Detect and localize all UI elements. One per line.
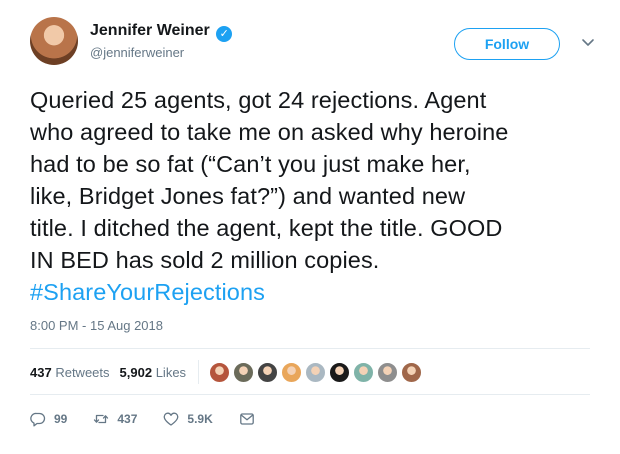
liker-avatar[interactable] [257, 361, 279, 383]
tweet-text-line: who agreed to take me on asked why heroi… [30, 119, 509, 145]
engagement-stats: 437 Retweets 5,902 Likes [30, 360, 425, 384]
liker-avatar[interactable] [353, 361, 375, 383]
direct-message-icon [239, 413, 254, 425]
retweets-stat[interactable]: 437 Retweets [30, 365, 110, 380]
like-button[interactable]: 5.9K [163, 411, 213, 427]
author-name-row[interactable]: Jennifer Weiner ✓ [90, 21, 233, 42]
tweet-text: Queried 25 agents, got 24 rejections. Ag… [30, 84, 590, 308]
liker-avatar[interactable] [377, 361, 399, 383]
author-display-name[interactable]: Jennifer Weiner [90, 22, 210, 39]
reply-icon [30, 412, 46, 427]
liker-avatar[interactable] [281, 361, 303, 383]
liker-avatar[interactable] [233, 361, 255, 383]
likes-count: 5,902 [119, 364, 153, 380]
chevron-down-icon[interactable] [578, 32, 598, 52]
retweet-button[interactable]: 437 [93, 411, 137, 427]
heart-icon [164, 412, 179, 426]
liker-avatar[interactable] [305, 361, 327, 383]
tweet-actions: 99 437 5.9K [30, 408, 281, 430]
tweet-header: Jennifer Weiner ✓ @jenniferweiner Follow [22, 12, 604, 72]
retweet-icon [94, 414, 109, 424]
author-handle[interactable]: @jenniferweiner [90, 44, 232, 62]
like-count: 5.9K [187, 412, 213, 426]
tweet-text-line: like, Bridget Jones fat?”) and wanted ne… [30, 183, 466, 209]
tweet-text-line: Queried 25 agents, got 24 rejections. Ag… [30, 87, 487, 113]
divider [30, 348, 590, 349]
liker-avatars [209, 361, 425, 383]
hashtag-link[interactable]: #ShareYourRejections [30, 276, 590, 308]
likes-stat[interactable]: 5,902 Likes [120, 365, 187, 380]
reply-count: 99 [54, 412, 68, 426]
follow-button[interactable]: Follow [454, 28, 560, 60]
liker-avatar[interactable] [329, 361, 351, 383]
tweet-timestamp[interactable]: 8:00 PM - 15 Aug 2018 [30, 318, 163, 333]
retweets-count: 437 [30, 364, 52, 380]
author-avatar[interactable] [30, 17, 78, 65]
liker-avatar[interactable] [209, 361, 231, 383]
retweet-count: 437 [117, 412, 138, 426]
reply-button[interactable]: 99 [30, 411, 67, 427]
retweets-label: Retweets [55, 364, 110, 380]
liker-avatar[interactable] [401, 361, 423, 383]
tweet-text-line: title. I ditched the agent, kept the tit… [30, 215, 503, 241]
verified-badge-icon: ✓ [216, 26, 233, 42]
tweet-text-line: had to be so fat (“Can’t you just make h… [30, 151, 471, 177]
likes-label: Likes [155, 364, 187, 380]
divider [30, 394, 590, 395]
direct-message-button[interactable] [239, 411, 255, 427]
stats-separator [198, 360, 200, 384]
author-info: Jennifer Weiner ✓ @jenniferweiner [90, 21, 233, 62]
tweet-text-line: IN BED has sold 2 million copies. [30, 247, 380, 273]
